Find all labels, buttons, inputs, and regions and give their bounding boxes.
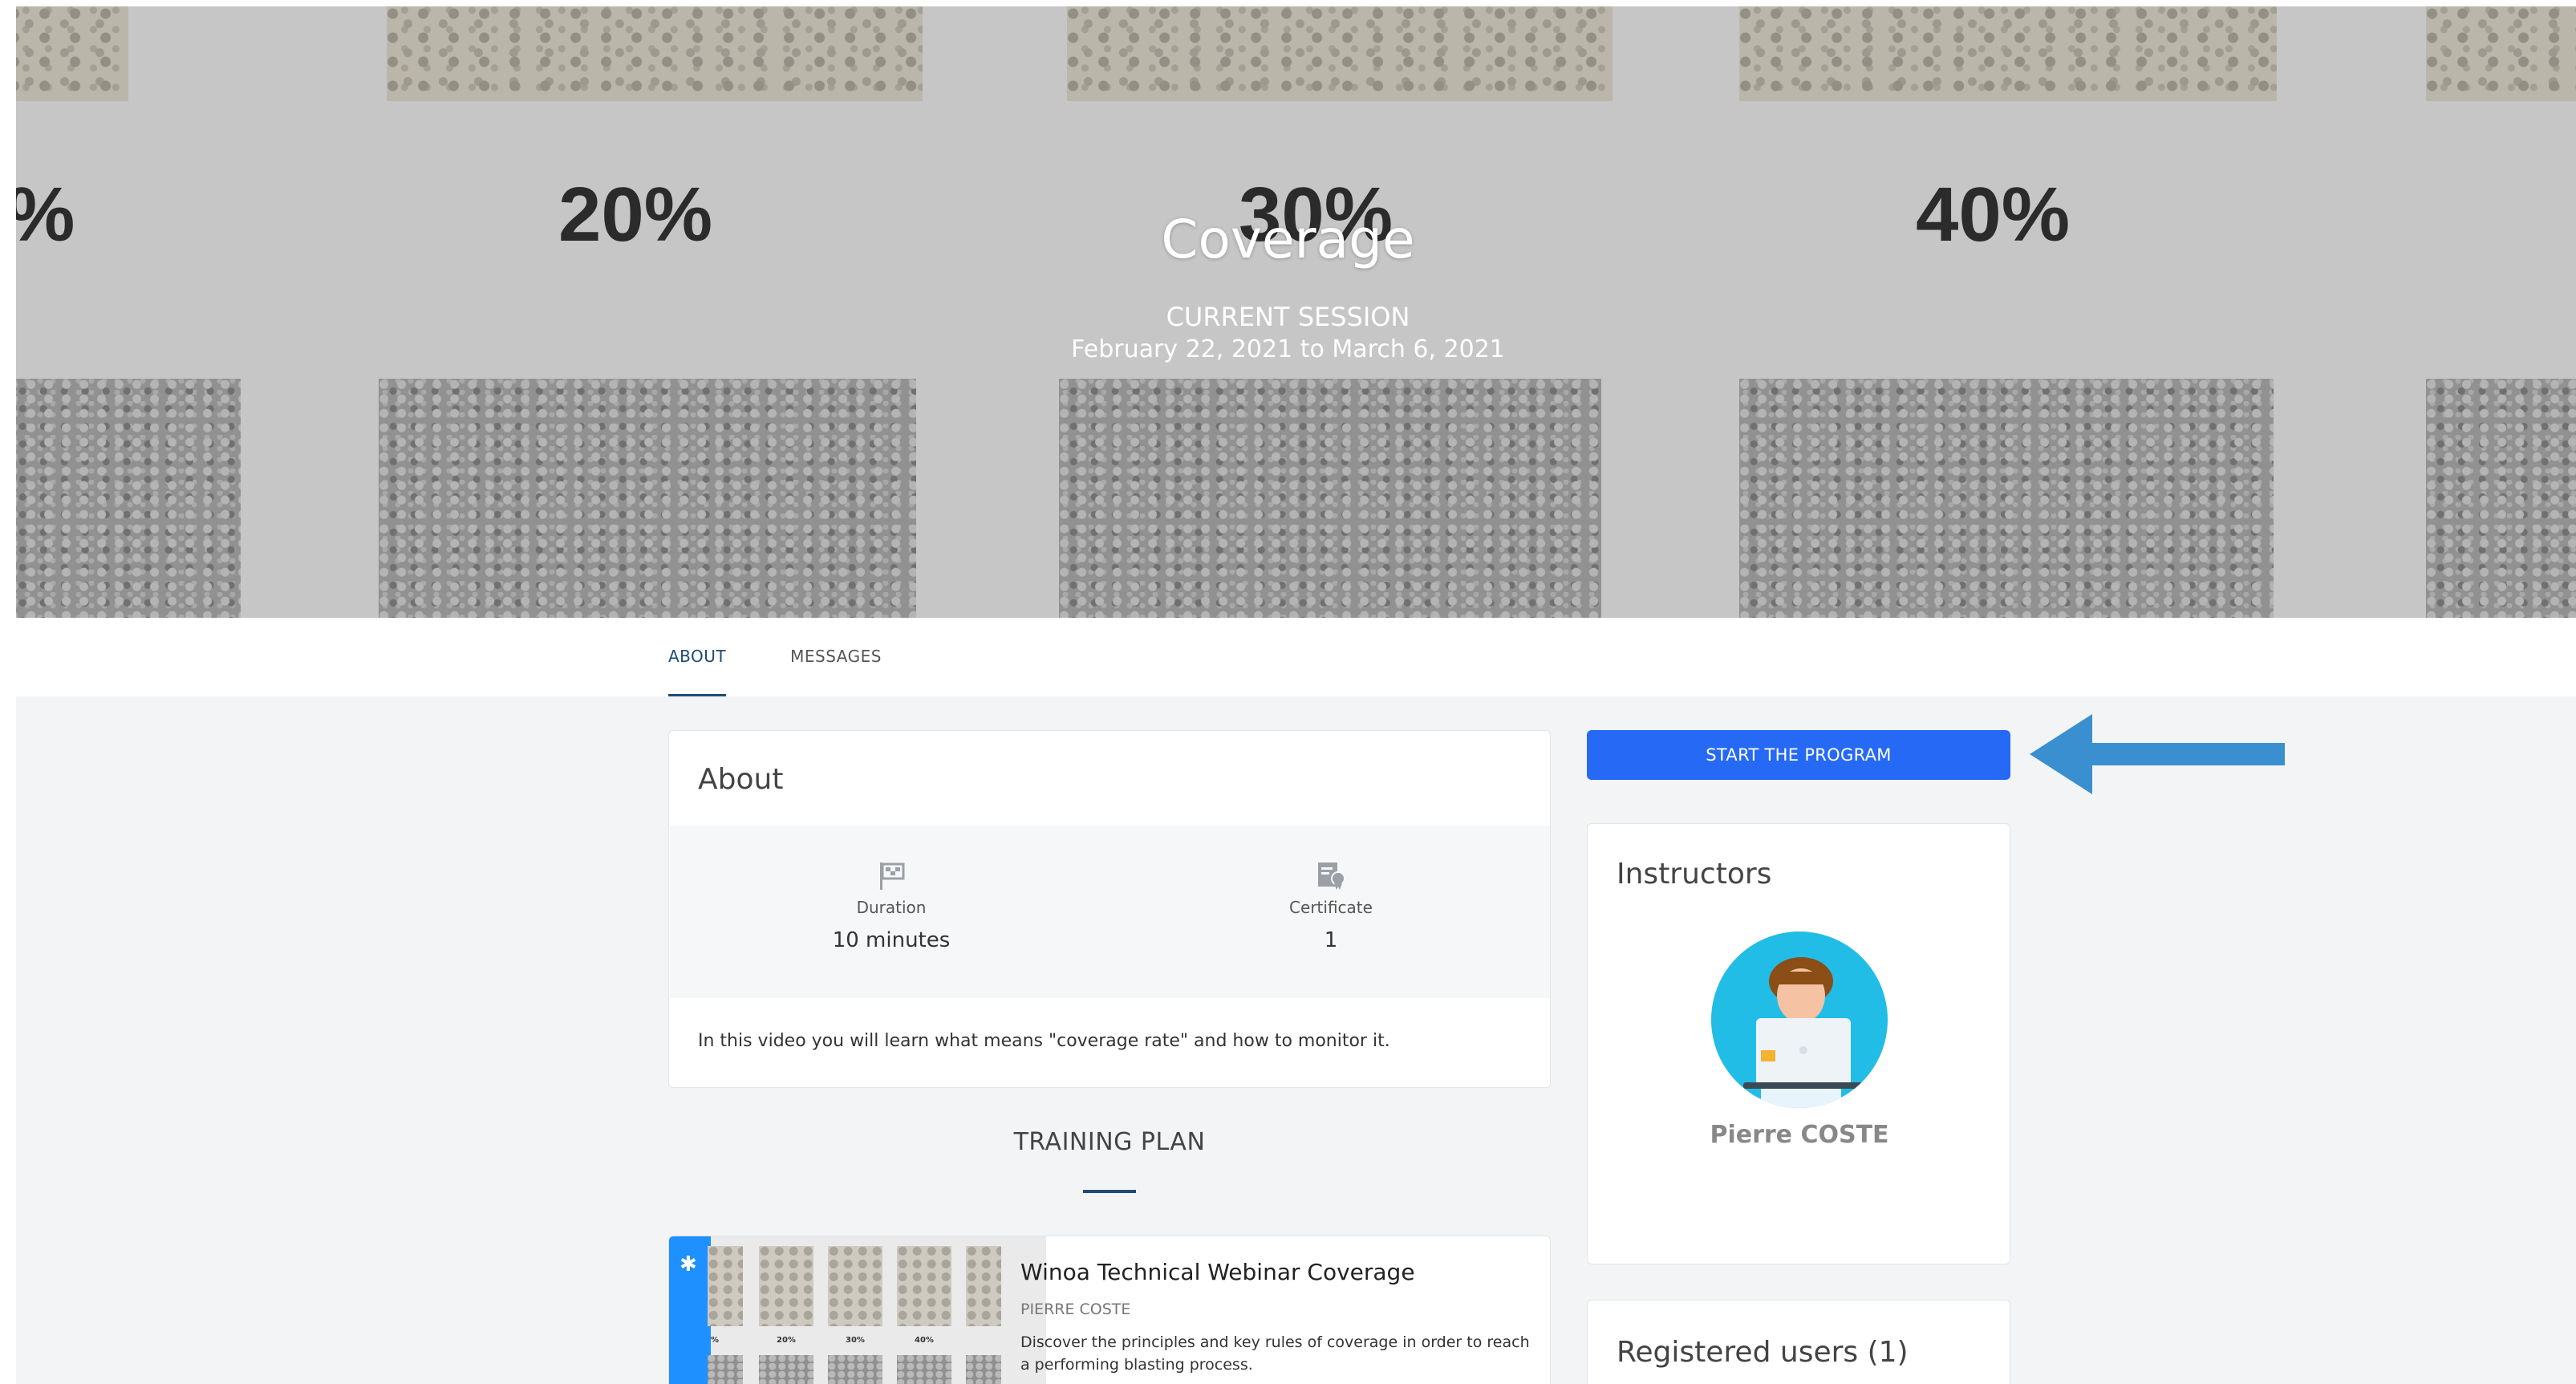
thumb-swatch	[759, 1246, 813, 1326]
thumb-swatch	[966, 1355, 1001, 1384]
thumb-label: 30%	[846, 1336, 865, 1345]
arrow-left-icon	[2030, 714, 2285, 794]
tab-about[interactable]: ABOUT	[668, 642, 727, 696]
certificate-value: 1	[1324, 928, 1338, 952]
session-label: CURRENT SESSION	[1166, 302, 1410, 332]
certificate-icon	[1315, 859, 1347, 891]
thumb-label: 20%	[777, 1336, 796, 1345]
thumb-swatch	[708, 1246, 743, 1326]
module-title[interactable]: Winoa Technical Webinar Coverage	[1020, 1259, 1415, 1285]
duration-value: 10 minutes	[832, 928, 951, 952]
start-program-button[interactable]: START THE PROGRAM	[1587, 730, 2010, 780]
thumb-swatch	[897, 1246, 951, 1326]
thumb-label: %	[711, 1336, 720, 1345]
puzzle-icon: ✱	[679, 1252, 697, 1276]
page-title: Coverage	[1161, 209, 1415, 270]
registered-users-heading: Registered users (1)	[1617, 1336, 1909, 1369]
instructor-name[interactable]: Pierre COSTE	[1588, 1121, 2011, 1149]
avatar[interactable]	[1711, 931, 1888, 1108]
registered-users-card: Registered users (1)	[1587, 1300, 2010, 1384]
about-card: About Duration 10 minutes Certificate 1 …	[668, 730, 1551, 1088]
about-description: In this video you will learn what means …	[698, 1031, 1390, 1051]
training-plan-title: TRAINING PLAN	[1013, 1128, 1206, 1156]
module-description: Discover the principles and key rules of…	[1020, 1333, 1530, 1374]
tab-messages[interactable]: MESSAGES	[790, 642, 882, 696]
tab-bar: ABOUT MESSAGES	[668, 642, 882, 696]
thumb-swatch	[828, 1246, 882, 1326]
thumb-swatch	[708, 1355, 743, 1384]
certificate-label: Certificate	[1289, 898, 1373, 917]
thumb-swatch	[828, 1355, 882, 1384]
flag-icon	[875, 859, 907, 891]
instructors-heading: Instructors	[1617, 858, 1772, 891]
certificate-stat: Certificate 1	[1211, 859, 1451, 952]
module-thumbnail: % 20% 30% 40%	[708, 1236, 1046, 1384]
about-stats: Duration 10 minutes Certificate 1	[670, 826, 1550, 998]
thumb-swatch	[759, 1355, 813, 1384]
thumb-swatch	[966, 1246, 1001, 1326]
title-divider	[1083, 1190, 1136, 1193]
thumb-label: 40%	[915, 1336, 934, 1345]
thumb-swatch	[897, 1355, 951, 1384]
module-card[interactable]: ✱ % 20% 30% 40% Winoa Technical Webinar …	[668, 1236, 1551, 1384]
duration-stat: Duration 10 minutes	[771, 859, 1012, 952]
module-author: PIERRE COSTE	[1020, 1301, 1131, 1318]
about-heading: About	[698, 763, 784, 796]
duration-label: Duration	[856, 898, 927, 917]
instructors-card: Instructors Pierre COSTE	[1587, 823, 2010, 1264]
session-dates: February 22, 2021 to March 6, 2021	[1071, 335, 1505, 363]
module-type-stripe: ✱	[669, 1236, 711, 1384]
